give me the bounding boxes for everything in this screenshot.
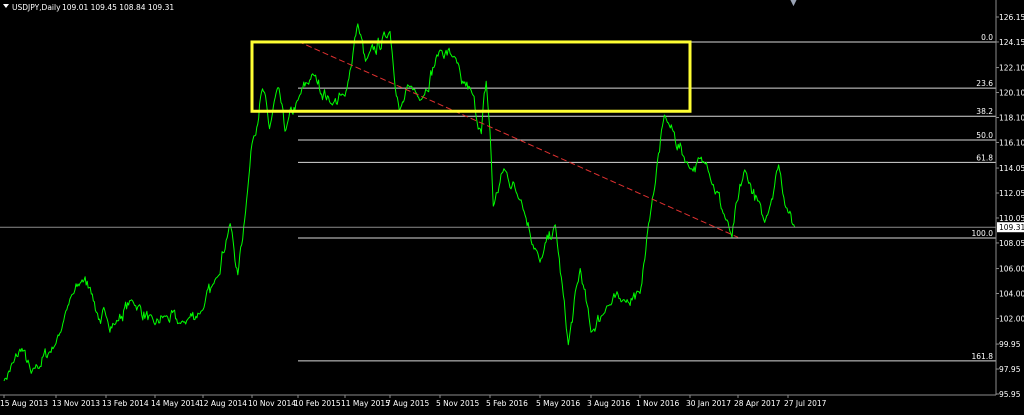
price-tick-label: 104.00 <box>999 290 1024 299</box>
chart-header: USDJPY,Daily 109.01 109.45 108.84 109.31 <box>3 3 174 12</box>
time-tick-label: 15 Aug 2013 <box>0 399 48 408</box>
price-tick-label: 118.10 <box>999 113 1024 122</box>
time-tick-label: 3 Aug 2016 <box>587 399 630 408</box>
ohlc-values: 109.01 109.45 108.84 109.31 <box>62 3 174 12</box>
price-tick-label: 116.10 <box>999 138 1024 147</box>
price-tick-label: 124.15 <box>999 38 1024 47</box>
price-tick-label: 102.00 <box>999 314 1024 323</box>
time-tick-label: 13 Feb 2014 <box>102 399 149 408</box>
price-tick-label: 95.95 <box>999 390 1021 399</box>
price-tick-label: 126.15 <box>999 13 1024 22</box>
time-tick-label: 27 Jul 2017 <box>784 399 827 408</box>
fib-level-label: 0.0 <box>981 33 993 42</box>
fib-level-label: 100.0 <box>972 229 994 238</box>
price-tick-label: 97.95 <box>999 365 1021 374</box>
price-tick-label: 114.05 <box>999 164 1024 173</box>
time-tick-label: 10 Feb 2015 <box>294 399 341 408</box>
time-tick-label: 10 Nov 2014 <box>248 399 296 408</box>
fib-level-label: 38.2 <box>976 107 993 116</box>
time-tick-label: 5 Feb 2016 <box>486 399 528 408</box>
time-tick-label: 12 Aug 2014 <box>199 399 247 408</box>
time-tick-label: 13 Nov 2013 <box>52 399 100 408</box>
chart-menu-chevron-icon[interactable]: ▼ <box>790 0 797 8</box>
time-tick-label: 14 May 2014 <box>151 399 200 408</box>
fib-level-label: 50.0 <box>976 131 993 140</box>
price-tick-label: 106.00 <box>999 265 1024 274</box>
time-tick-label: 5 Nov 2015 <box>436 399 479 408</box>
fib-level-label: 23.6 <box>976 79 993 88</box>
current-price-label: 109.31 <box>999 223 1024 232</box>
price-tick-label: 122.10 <box>999 64 1024 73</box>
price-tick-label: 108.05 <box>999 239 1024 248</box>
price-tick-label: 99.95 <box>999 340 1021 349</box>
fib-level-label: 61.8 <box>976 153 993 162</box>
fib-level-label: 161.8 <box>972 352 994 361</box>
chart-background <box>0 0 1024 411</box>
time-tick-label: 28 Apr 2017 <box>734 399 781 408</box>
time-tick-label: 30 Jan 2017 <box>686 399 731 408</box>
symbol-title: USDJPY,Daily <box>12 3 61 12</box>
price-chart[interactable]: 0.0 23.6 38.2 50.0 61.8 100.0 161.8 109.31 126… <box>0 0 1024 411</box>
price-tick-label: 120.10 <box>999 89 1024 98</box>
time-tick-label: 7 Aug 2015 <box>386 399 429 408</box>
time-tick-label: 5 May 2016 <box>536 399 580 408</box>
price-tick-label: 110.05 <box>999 214 1024 223</box>
chart-area[interactable]: 0.0 23.6 38.2 50.0 61.8 100.0 161.8 109.31 126… <box>0 0 1024 411</box>
time-tick-label: 1 Nov 2016 <box>636 399 679 408</box>
price-tick-label: 112.05 <box>999 189 1024 198</box>
time-tick-label: 11 May 2015 <box>341 399 390 408</box>
